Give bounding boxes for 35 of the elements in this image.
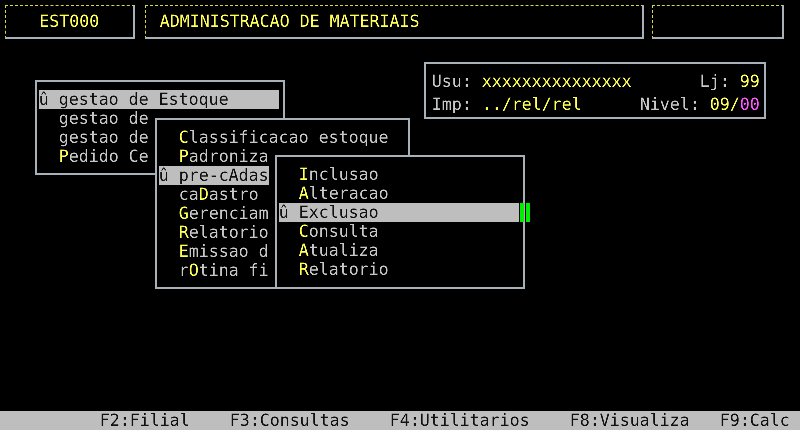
printer-label: Imp: [432, 94, 472, 114]
menu-item[interactable]: Relatorio [159, 223, 269, 242]
store-label: Lj: [700, 72, 730, 91]
function-key[interactable]: F3:Consultas [230, 411, 350, 430]
screen-title: ADMINISTRACAO DE MATERIAIS [160, 12, 420, 31]
menu-item[interactable]: Emissao d [159, 242, 269, 261]
menu-item[interactable]: û gestao de Estoque [39, 90, 279, 109]
function-key[interactable]: F9:Calc [720, 411, 790, 430]
menu-item[interactable]: Consulta [279, 222, 379, 241]
function-key[interactable]: F8:Visualiza [570, 411, 690, 430]
program-code: EST000 [40, 12, 100, 31]
printer-value: ../rel/rel [482, 94, 582, 114]
menu-item[interactable]: Pedido Ce [39, 147, 149, 166]
store-value: 99 [740, 72, 760, 91]
menu-item[interactable]: Padroniza [159, 147, 269, 166]
menu-item[interactable]: Atualiza [279, 241, 379, 260]
menu-item[interactable]: gestao de [39, 109, 149, 128]
function-key[interactable]: F4:Utilitarios [390, 411, 530, 430]
menu-item[interactable]: Alteracao [279, 184, 389, 203]
level-extra: 00 [740, 94, 760, 114]
menu-item[interactable]: Relatorio [279, 260, 389, 279]
menu-item[interactable]: Classificacao estoque [159, 128, 389, 147]
menu-item[interactable]: û pre-cAdas [159, 166, 269, 185]
level-label: Nivel: [640, 94, 700, 114]
menu-item[interactable]: caDastro [159, 185, 259, 204]
menu-item[interactable]: Inclusao [279, 165, 379, 184]
menu-item[interactable]: Gerenciam [159, 204, 269, 223]
function-key[interactable]: F2:Filial [100, 411, 190, 430]
user-label: Usu: [432, 72, 472, 91]
menu-item[interactable]: û Exclusao [279, 203, 519, 222]
level-value: 09/ [710, 94, 740, 114]
menu-item[interactable]: rOtina fi [159, 261, 269, 280]
cursor-mark [520, 203, 530, 222]
user-value: xxxxxxxxxxxxxxx [482, 72, 632, 91]
menu-item[interactable]: gestao de [39, 128, 149, 147]
